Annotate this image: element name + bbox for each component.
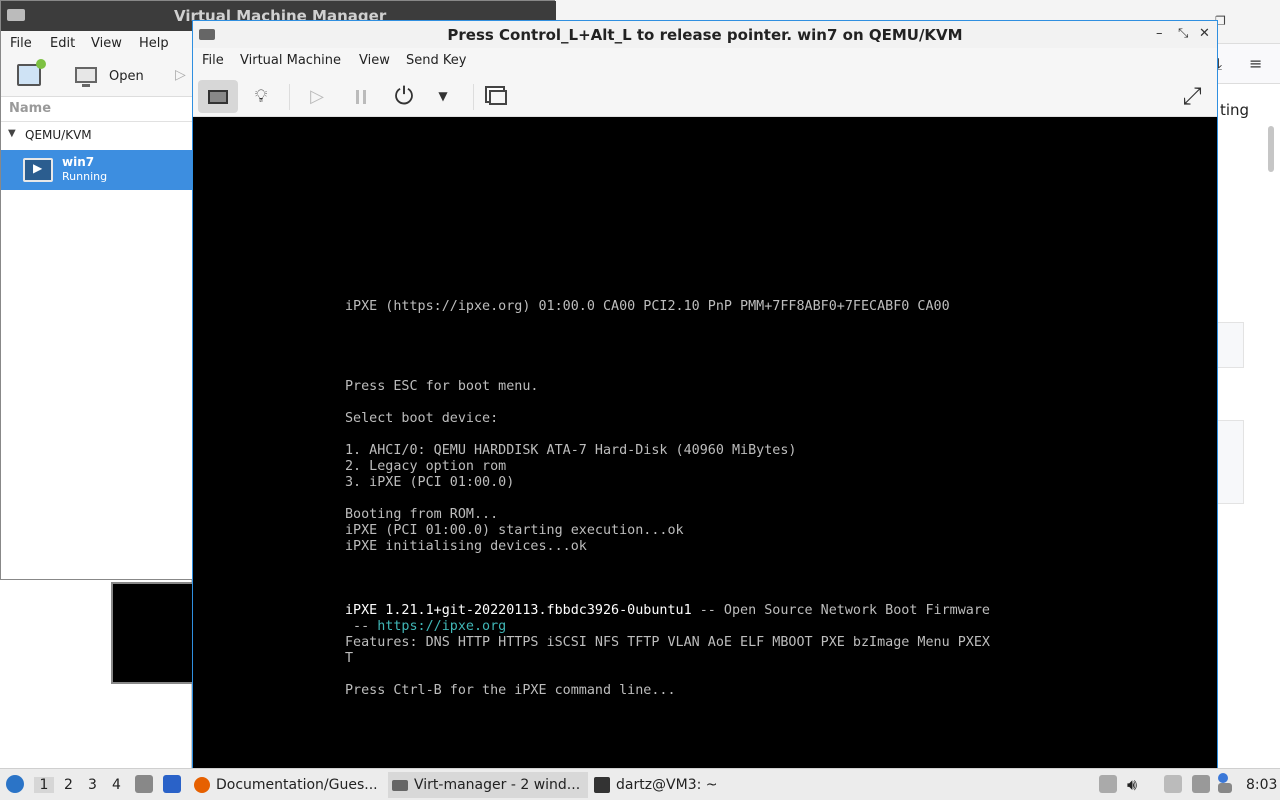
connection-group-row[interactable]: ▼ QEMU/KVM [1, 124, 193, 146]
pause-button[interactable] [341, 80, 381, 113]
run-button[interactable]: ▷ [297, 80, 337, 113]
firefox-icon [194, 777, 210, 793]
menu-send-key[interactable]: Send Key [406, 53, 466, 68]
chevron-down-icon: ▼ [438, 89, 448, 103]
page-box [1217, 420, 1244, 504]
menu-view[interactable]: View [91, 36, 122, 51]
features-line-wrap: T [345, 651, 354, 666]
new-vm-icon[interactable] [17, 59, 46, 86]
clipboard-icon[interactable] [1099, 775, 1117, 793]
boot-option: 3. iPXE (PCI 01:00.0) [345, 475, 515, 490]
taskbar-firefox[interactable]: Documentation/Gues... [190, 772, 378, 798]
show-desktop-icon[interactable] [163, 775, 181, 793]
lightbulb-icon: 💡︎ [254, 86, 268, 107]
ipxe-version-suffix: -- Open Source Network Boot Firmware [691, 603, 990, 618]
console-menubar: File Virtual Machine View Send Key [193, 48, 1217, 76]
ipxe-header-line: iPXE (https://ipxe.org) 01:00.0 CA00 PCI… [345, 299, 950, 314]
vm-running-icon [23, 158, 53, 182]
run-icon[interactable]: ▷ [175, 67, 186, 83]
workspace-4[interactable]: 4 [112, 777, 121, 793]
play-icon: ▷ [310, 86, 324, 107]
ctrl-b-line: Press Ctrl-B for the iPXE command line..… [345, 683, 676, 698]
ipxe-link-line: -- https://ipxe.org [345, 619, 506, 635]
workspace-1[interactable]: 1 [34, 777, 54, 793]
network-icon[interactable] [1192, 775, 1210, 793]
menu-virtual-machine[interactable]: Virtual Machine [240, 53, 341, 68]
console-toolbar: 💡︎ ▷ ⏻ ▼ ⤢ [193, 76, 1217, 117]
minimize-icon[interactable]: – [1156, 26, 1163, 41]
taskbar-terminal-label: dartz@VM3: ~ [616, 777, 718, 793]
open-button[interactable]: Open [109, 69, 144, 84]
vm-name: win7 [62, 155, 95, 169]
vm-thumbnail [111, 582, 192, 684]
menu-file[interactable]: File [10, 36, 32, 51]
volume-icon[interactable]: 🔊︎ [1127, 775, 1137, 795]
shutdown-button[interactable]: ⏻ [384, 80, 424, 113]
close-icon[interactable]: ✕ [1199, 26, 1210, 41]
fullscreen-button[interactable]: ⤢ [1172, 80, 1212, 113]
page-box [1217, 322, 1244, 368]
vm-console-window: Press Control_L+Alt_L to release pointer… [192, 20, 1218, 768]
clock[interactable]: 8:03 [1246, 777, 1277, 793]
start-menu-icon[interactable] [6, 775, 24, 793]
battery-icon[interactable] [1218, 783, 1232, 793]
page-text-fragment: ting [1220, 101, 1250, 119]
fullscreen-icon: ⤢ [1182, 82, 1202, 110]
workspace-2[interactable]: 2 [64, 777, 73, 793]
taskbar-firefox-label: Documentation/Gues... [216, 777, 378, 793]
file-manager-icon[interactable] [135, 775, 153, 793]
taskbar: 1 2 3 4 Documentation/Gues... Virt-manag… [0, 768, 1280, 800]
monitor-icon [208, 90, 228, 104]
maximize-icon[interactable]: ⤡ [1178, 26, 1188, 41]
features-line: Features: DNS HTTP HTTPS iSCSI NFS TFTP … [345, 635, 990, 650]
notification-icon[interactable] [1218, 773, 1228, 783]
browser-scrollbar[interactable] [1268, 126, 1274, 172]
boot-option: 1. AHCI/0: QEMU HARDDISK ATA-7 Hard-Disk… [345, 443, 797, 458]
workspace-3[interactable]: 3 [88, 777, 97, 793]
menu-edit[interactable]: Edit [50, 36, 75, 51]
toolbar-separator [473, 84, 474, 110]
name-column-header[interactable]: Name [9, 101, 51, 116]
open-console-icon[interactable] [75, 67, 97, 87]
menu-file[interactable]: File [202, 53, 224, 68]
expand-arrow-icon[interactable]: ▼ [8, 128, 16, 139]
taskbar-virt-manager-label: Virt-manager - 2 wind... [414, 777, 581, 793]
esc-prompt-line: Press ESC for boot menu. [345, 379, 539, 394]
console-titlebar: Press Control_L+Alt_L to release pointer… [193, 21, 1217, 48]
taskbar-virt-manager[interactable]: Virt-manager - 2 wind... [388, 772, 589, 798]
screenshot-icon [489, 89, 507, 105]
vm-list-header[interactable]: Name [1, 98, 193, 122]
show-details-button[interactable]: 💡︎ [241, 80, 281, 113]
terminal-icon [594, 777, 610, 793]
virt-manager-icon [392, 780, 408, 791]
vm-list-item[interactable]: win7 Running [1, 150, 193, 190]
toolbar-separator [289, 84, 290, 110]
ipxe-version: iPXE 1.21.1+git-20220113.fbbdc3926-0ubun… [345, 603, 692, 618]
shutdown-menu-button[interactable]: ▼ [423, 80, 463, 113]
vm-display[interactable]: iPXE (https://ipxe.org) 01:00.0 CA00 PCI… [193, 117, 1217, 768]
ipxe-link-prefix: -- [345, 619, 378, 634]
vm-status: Running [62, 170, 108, 183]
console-title: Press Control_L+Alt_L to release pointer… [447, 26, 963, 44]
boot-log-line: iPXE (PCI 01:00.0) starting execution...… [345, 523, 684, 538]
connection-label: QEMU/KVM [25, 128, 92, 142]
show-console-button[interactable] [198, 80, 238, 113]
pause-icon [356, 90, 366, 104]
boot-log-line: Booting from ROM... [345, 507, 499, 522]
boot-log-line: iPXE initialising devices...ok [345, 539, 587, 554]
notes-icon[interactable] [1164, 775, 1182, 793]
background-window-area [0, 580, 192, 768]
screenshot-button[interactable] [478, 80, 518, 113]
virt-manager-logo-icon [7, 9, 25, 21]
taskbar-terminal[interactable]: dartz@VM3: ~ [590, 772, 718, 798]
hamburger-menu-icon[interactable]: ≡ [1249, 54, 1262, 73]
boot-option: 2. Legacy option rom [345, 459, 507, 474]
menu-view[interactable]: View [359, 53, 390, 68]
ipxe-link: https://ipxe.org [377, 619, 507, 634]
power-icon: ⏻ [394, 82, 414, 110]
select-boot-line: Select boot device: [345, 411, 499, 426]
ipxe-version-line: iPXE 1.21.1+git-20220113.fbbdc3926-0ubun… [345, 603, 990, 619]
menu-help[interactable]: Help [139, 36, 169, 51]
